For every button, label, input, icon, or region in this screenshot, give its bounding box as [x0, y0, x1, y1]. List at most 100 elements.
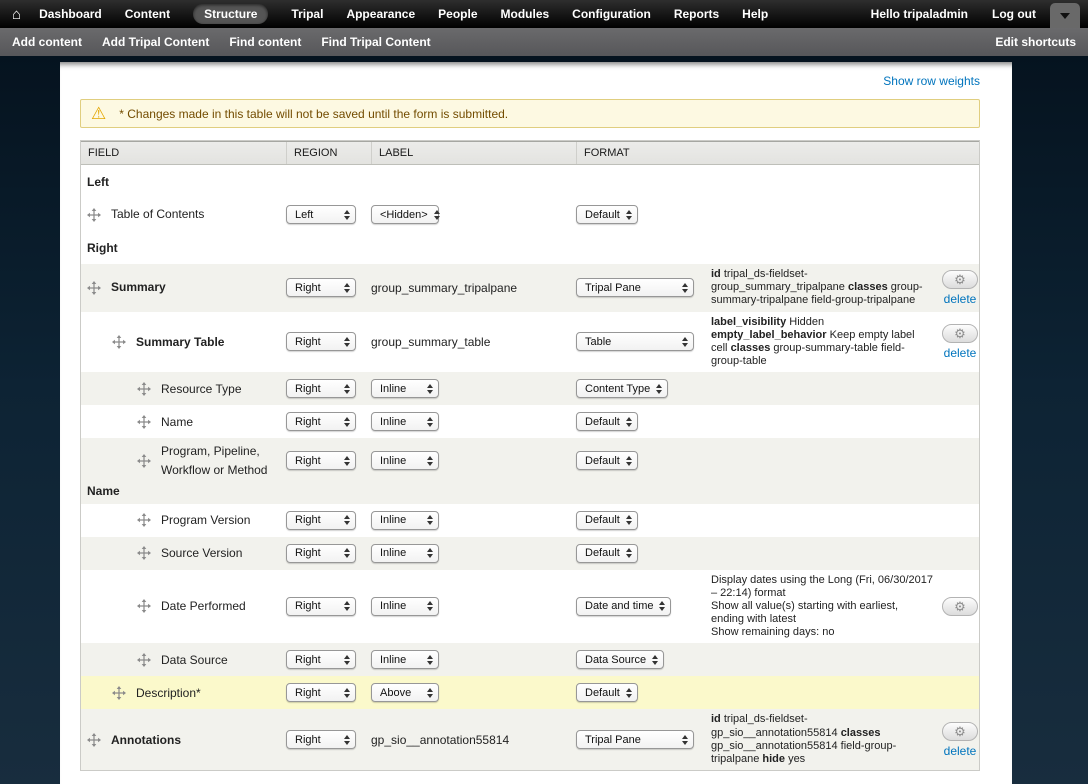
column-header-format: FORMAT [576, 142, 979, 164]
label-select[interactable]: Inline [371, 543, 439, 563]
format-select[interactable]: Default [576, 412, 638, 432]
field-display-table: FIELD REGION LABEL FORMAT Left Table of C… [80, 140, 980, 772]
region-cell: Right [286, 278, 371, 298]
format-select[interactable]: Default [576, 543, 638, 563]
label-select[interactable]: Inline [371, 596, 439, 616]
region-select[interactable]: Right [286, 650, 356, 670]
field-row-annotations: Annotations Right gp_sio__annotation55814 T… [81, 709, 979, 771]
drag-handle-icon[interactable] [137, 652, 151, 667]
label-select[interactable]: Inline [371, 412, 439, 432]
format-select-value: Content Type [585, 382, 651, 395]
format-select-value: Default [585, 454, 620, 467]
column-header-region: REGION [286, 142, 371, 164]
admin-nav-dashboard[interactable]: Dashboard [39, 7, 102, 21]
region-select-value: Right [295, 415, 321, 428]
drag-handle-icon[interactable] [137, 414, 151, 429]
operations-cell: ⚙ delete [941, 269, 979, 306]
label-select[interactable]: Above [371, 683, 439, 703]
admin-nav-appearance[interactable]: Appearance [346, 7, 415, 21]
format-select-value: Default [585, 208, 620, 221]
format-select[interactable]: Default [576, 205, 638, 224]
format-select[interactable]: Default [576, 683, 638, 703]
admin-nav-structure[interactable]: Structure [193, 4, 269, 24]
drag-handle-icon[interactable] [137, 513, 151, 527]
drag-handle-icon[interactable] [87, 732, 101, 747]
region-select[interactable]: Right [286, 379, 356, 399]
label-cell: Above [371, 683, 576, 703]
region-select[interactable]: Right [286, 510, 356, 530]
shortcut-find-content[interactable]: Find content [229, 35, 301, 49]
label-select[interactable]: Inline [371, 510, 439, 530]
show-row-weights-link[interactable]: Show row weights [883, 74, 980, 88]
admin-nav-tripal[interactable]: Tripal [291, 7, 323, 21]
format-select[interactable]: Default [576, 451, 638, 471]
shortcut-add-tripal-content[interactable]: Add Tripal Content [102, 35, 209, 49]
chevron-down-icon [1060, 12, 1070, 19]
admin-nav-content[interactable]: Content [125, 7, 170, 21]
shortcut-bar: Add content Add Tripal Content Find conten… [0, 28, 1088, 56]
region-cell: Right [286, 332, 371, 352]
region-select[interactable]: Right [286, 730, 356, 750]
label-select[interactable]: Inline [371, 379, 439, 399]
label-select-value: Inline [380, 600, 407, 613]
format-summary: id tripal_ds-fieldset-group_summary_trip… [711, 268, 923, 307]
region-select[interactable]: Left [286, 205, 356, 224]
label-select-value: Inline [380, 547, 407, 559]
format-select[interactable]: Table [576, 332, 694, 352]
region-select[interactable]: Right [286, 596, 356, 616]
home-icon[interactable]: ⌂ [0, 7, 29, 22]
field-label: Name [161, 414, 194, 429]
format-select[interactable]: Tripal Pane [576, 278, 694, 298]
region-select[interactable]: Right [286, 543, 356, 563]
format-select[interactable]: Date and time [576, 596, 672, 616]
label-select[interactable]: <Hidden> [371, 205, 440, 224]
admin-nav-help[interactable]: Help [742, 7, 768, 21]
label-select[interactable]: Inline [371, 451, 439, 471]
drag-handle-icon[interactable] [112, 685, 126, 700]
label-cell: Inline [371, 451, 576, 471]
format-select[interactable]: Data Source [576, 650, 665, 670]
drag-handle-icon[interactable] [137, 381, 151, 396]
shortcut-find-tripal-content[interactable]: Find Tripal Content [321, 35, 430, 49]
region-select-value: Right [295, 454, 321, 467]
shortcut-add-content[interactable]: Add content [12, 35, 82, 49]
region-select[interactable]: Right [286, 412, 356, 432]
region-select-value: Right [295, 382, 321, 395]
region-select[interactable]: Right [286, 332, 356, 352]
region-cell: Right [286, 412, 371, 432]
select-arrows-icon [344, 455, 350, 466]
format-select[interactable]: Tripal Pane [576, 730, 694, 750]
drag-handle-icon[interactable] [112, 334, 126, 349]
admin-nav-configuration[interactable]: Configuration [572, 7, 651, 21]
admin-nav-modules[interactable]: Modules [501, 7, 550, 21]
region-select[interactable]: Right [286, 451, 356, 471]
delete-link[interactable]: delete [944, 292, 977, 306]
field-row-name: Name Right Inline Default [81, 405, 979, 439]
toolbar-toggle-button[interactable] [1050, 3, 1080, 28]
settings-button[interactable]: ⚙ [942, 323, 978, 343]
format-select-value: Data Source [585, 653, 647, 666]
region-select[interactable]: Right [286, 278, 356, 298]
admin-nav-people[interactable]: People [438, 7, 477, 21]
delete-link[interactable]: delete [944, 744, 977, 758]
label-select[interactable]: Inline [371, 650, 439, 670]
field-label: Summary Table [136, 334, 225, 349]
table-body: Left Table of Contents Left <Hidden> Default… [81, 165, 979, 771]
settings-button[interactable]: ⚙ [942, 596, 978, 616]
format-cell: Data Source [576, 650, 711, 670]
settings-button[interactable]: ⚙ [942, 721, 978, 741]
drag-handle-icon[interactable] [87, 207, 101, 222]
drag-handle-icon[interactable] [137, 453, 151, 468]
edit-shortcuts-link[interactable]: Edit shortcuts [995, 35, 1088, 49]
drag-handle-icon[interactable] [137, 546, 151, 560]
drag-handle-icon[interactable] [137, 599, 151, 614]
logout-link[interactable]: Log out [992, 7, 1036, 21]
admin-nav-reports[interactable]: Reports [674, 7, 719, 21]
settings-button[interactable]: ⚙ [942, 269, 978, 289]
format-select[interactable]: Content Type [576, 379, 669, 399]
drag-handle-icon[interactable] [87, 280, 101, 295]
field-row-resource-type: Resource Type Right Inline Content Type [81, 372, 979, 406]
region-select[interactable]: Right [286, 683, 356, 703]
delete-link[interactable]: delete [944, 346, 977, 360]
format-select[interactable]: Default [576, 510, 638, 530]
